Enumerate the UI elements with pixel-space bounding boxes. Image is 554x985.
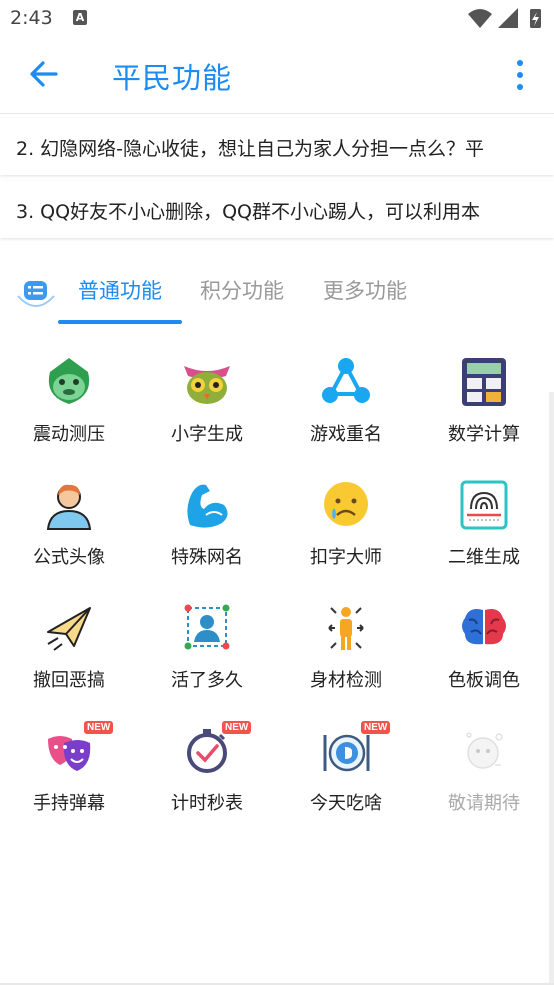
fingerprint-scan-icon: [460, 480, 508, 530]
green-monster-icon: [48, 358, 90, 404]
feature-item[interactable]: 数学计算: [415, 348, 553, 471]
feature-label: 震动测压: [33, 424, 105, 445]
feature-label: 特殊网名: [171, 547, 243, 568]
feature-item[interactable]: 扣字大师: [277, 471, 415, 594]
status-bar: 2:43 A: [0, 0, 554, 36]
feature-item[interactable]: 撤回恶搞: [0, 594, 138, 717]
status-time: 2:43: [10, 7, 53, 29]
paper-plane-icon: [47, 607, 91, 651]
owl-face-icon: [184, 366, 230, 404]
notice-text: 2. 幻隐网络-隐心收徒，想让自己为家人分担一点么？平: [16, 138, 485, 160]
notice-text: 3. QQ好友不小心删除，QQ群不小心踢人，可以利用本: [16, 201, 480, 223]
feature-label: 公式头像: [33, 547, 105, 568]
feature-label: 游戏重名: [310, 424, 382, 445]
share-nodes-icon: [322, 358, 370, 403]
new-badge: NEW: [361, 721, 391, 734]
notice-item[interactable]: 3. QQ好友不小心删除，QQ群不小心踢人，可以利用本: [0, 181, 554, 238]
feature-label: 活了多久: [171, 670, 243, 691]
feature-label: 身材检测: [310, 670, 382, 691]
feature-item[interactable]: 震动测压: [0, 348, 138, 471]
muscle-arm-icon: [187, 484, 228, 528]
feature-item[interactable]: 游戏重名: [277, 348, 415, 471]
ghost-placeholder-icon: [466, 732, 503, 769]
brain-icon: [462, 609, 506, 645]
person-avatar-icon: [46, 484, 92, 530]
feature-item[interactable]: 公式头像: [0, 471, 138, 594]
new-badge: NEW: [84, 721, 114, 734]
feature-label: 二维生成: [448, 547, 520, 568]
feature-label: 计时秒表: [171, 793, 243, 814]
chat-bubble-logo-icon: [17, 281, 55, 307]
sad-face-icon: [324, 482, 368, 526]
arrow-left-icon[interactable]: [24, 54, 64, 94]
feature-item[interactable]: 身材检测: [277, 594, 415, 717]
feature-item[interactable]: 色板调色: [415, 594, 553, 717]
calculator-icon: [462, 358, 506, 406]
feature-label: 数学计算: [448, 424, 520, 445]
feature-label: 小字生成: [171, 424, 243, 445]
body-measure-icon: [328, 607, 364, 650]
feature-item[interactable]: NEW 今天吃啥: [277, 717, 415, 840]
feature-item[interactable]: 活了多久: [138, 594, 276, 717]
tab-bar: 普通功能 积分功能 更多功能: [0, 255, 554, 327]
feature-item[interactable]: NEW 手持弹幕: [0, 717, 138, 840]
notice-item[interactable]: 2. 幻隐网络-隐心收徒，想让自己为家人分担一点么？平: [0, 118, 554, 175]
scrollbar-track: [549, 392, 554, 985]
tab-more-features[interactable]: 更多功能: [323, 275, 407, 305]
feature-item: 敬请期待: [415, 717, 553, 840]
feature-label: 手持弹幕: [33, 793, 105, 814]
feature-label: 敬请期待: [448, 793, 520, 814]
wifi-icon: [468, 9, 492, 28]
feature-label: 撤回恶搞: [33, 670, 105, 691]
notification-a-icon: A: [73, 10, 87, 25]
feature-item[interactable]: 小字生成: [138, 348, 276, 471]
app-bar: 平民功能: [0, 36, 554, 114]
feature-item[interactable]: NEW 计时秒表: [138, 717, 276, 840]
feature-label: 色板调色: [448, 670, 520, 691]
feature-label: 今天吃啥: [310, 793, 382, 814]
feature-label: 扣字大师: [310, 547, 382, 568]
new-badge: NEW: [222, 721, 252, 734]
feature-item[interactable]: 特殊网名: [138, 471, 276, 594]
tab-indicator: [58, 320, 182, 324]
status-icons: [468, 8, 541, 28]
baby-scan-icon: [184, 604, 230, 650]
tab-points-features[interactable]: 积分功能: [200, 275, 284, 305]
more-vertical-icon[interactable]: [504, 58, 536, 92]
feature-item[interactable]: 二维生成: [415, 471, 553, 594]
tab-normal-features[interactable]: 普通功能: [78, 275, 162, 305]
signal-icon: [498, 8, 518, 28]
page-title: 平民功能: [112, 61, 233, 95]
